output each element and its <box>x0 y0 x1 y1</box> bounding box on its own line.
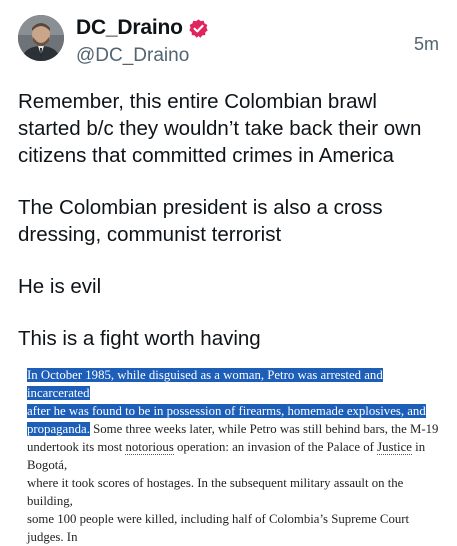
highlighted-text: after he was found to be in possession o… <box>27 404 426 418</box>
avatar-photo-icon <box>18 15 64 61</box>
post: DC_Draino @DC_Draino 5m Remember, this e… <box>0 0 457 544</box>
post-paragraph: The Colombian president is also a cross … <box>18 196 383 246</box>
excerpt-text: Some three weeks later, while Petro was … <box>89 422 439 436</box>
excerpt-text: undertook its most <box>27 440 126 454</box>
excerpt-link: notorious <box>125 440 174 455</box>
excerpt-text: operation: an invasion of the Palace of <box>173 440 378 454</box>
verified-badge-icon <box>188 18 209 39</box>
post-body: Remember, this entire Colombian brawl st… <box>18 88 443 377</box>
post-timestamp[interactable]: 5m <box>414 34 439 55</box>
excerpt-line: where it took scores of hostages. In the… <box>27 476 404 508</box>
article-excerpt-image[interactable]: In October 1985, while disguised as a wo… <box>27 366 447 546</box>
post-paragraph: Remember, this entire Colombian brawl st… <box>18 90 422 167</box>
author-handle[interactable]: @DC_Draino <box>76 45 189 67</box>
avatar[interactable] <box>18 15 64 61</box>
highlighted-text: In October 1985, while disguised as a wo… <box>27 368 383 400</box>
post-paragraph: He is evil <box>18 275 102 298</box>
highlighted-text: propaganda. <box>27 422 90 436</box>
post-paragraph: This is a fight worth having <box>18 327 261 350</box>
author-name-row[interactable]: DC_Draino <box>76 16 209 40</box>
author-display-name[interactable]: DC_Draino <box>76 16 183 40</box>
excerpt-line: some 100 people were killed, including h… <box>27 512 410 544</box>
excerpt-link: Justice <box>377 440 412 455</box>
